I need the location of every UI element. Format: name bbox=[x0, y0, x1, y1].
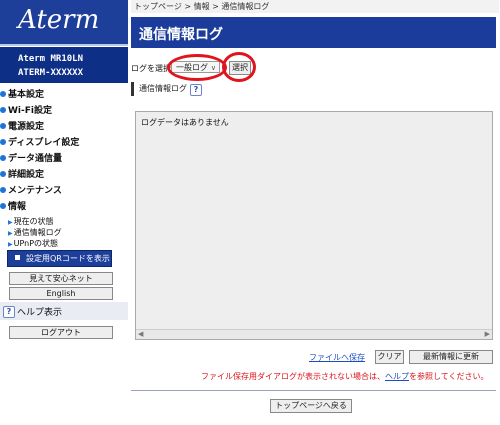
bullet-dot-icon bbox=[0, 187, 6, 193]
sidebar: Aterm Aterm MR10LN ATERM-XXXXXX 基本設定 Wi-… bbox=[0, 0, 128, 425]
subitem-label: 通信情報ログ bbox=[13, 228, 62, 237]
sidebar-item-power-settings[interactable]: 電源設定 bbox=[0, 120, 128, 136]
triangle-bullet-icon: ▶ bbox=[8, 241, 13, 248]
aterm-logo: Aterm bbox=[18, 5, 100, 35]
scroll-right-icon[interactable]: ▶ bbox=[485, 330, 490, 339]
page-title: 通信情報ログ bbox=[139, 27, 223, 43]
english-button[interactable]: English bbox=[9, 287, 113, 300]
bullet-dot-icon bbox=[0, 123, 6, 129]
log-content: ログデータはありません bbox=[141, 118, 229, 127]
notice-text: ファイル保存用ダイアログが表示されない場合は、 bbox=[201, 372, 385, 381]
title-bar: 通信情報ログ bbox=[131, 17, 496, 48]
help-question-icon: ? bbox=[3, 306, 15, 318]
sidebar-item-label: 情報 bbox=[8, 202, 27, 212]
scroll-left-icon[interactable]: ◀ bbox=[138, 330, 143, 339]
divider bbox=[131, 390, 496, 391]
sidebar-item-label: ディスプレイ設定 bbox=[8, 138, 80, 148]
show-qr-code-button[interactable]: 設定用QRコードを表示 bbox=[7, 250, 112, 267]
sidebar-item-wifi-settings[interactable]: Wi-Fi設定 bbox=[0, 104, 128, 120]
sidebar-item-label: 基本設定 bbox=[8, 90, 45, 100]
refresh-button[interactable]: 最新情報に更新 bbox=[409, 350, 493, 364]
device-id: ATERM-XXXXXX bbox=[18, 68, 84, 78]
section-header: 通信情報ログ? bbox=[131, 82, 202, 96]
help-link[interactable]: ヘルプ bbox=[385, 372, 409, 381]
help-toggle[interactable]: ? ヘルプ表示 bbox=[0, 302, 128, 320]
bullet-dot-icon bbox=[0, 91, 6, 97]
bullet-dot-icon bbox=[0, 171, 6, 177]
model-info: Aterm MR10LN ATERM-XXXXXX bbox=[0, 46, 128, 83]
section-title: 通信情報ログ bbox=[139, 84, 187, 93]
sidebar-item-label: Wi-Fi設定 bbox=[8, 106, 52, 116]
sidebar-subitem-comm-log[interactable]: ▶通信情報ログ bbox=[0, 227, 128, 238]
qr-button-label: 設定用QRコードを表示 bbox=[26, 254, 110, 263]
sidebar-item-label: データ通信量 bbox=[8, 154, 63, 164]
logout-button[interactable]: ログアウト bbox=[9, 326, 113, 339]
highlight-circle-dropdown bbox=[167, 54, 227, 81]
model-name: Aterm MR10LN bbox=[18, 54, 84, 64]
mieru-anshin-net-button[interactable]: 見えて安心ネット bbox=[9, 272, 113, 285]
sidebar-subitem-upnp-status[interactable]: ▶UPnPの状態 bbox=[0, 238, 128, 249]
bullet-dot-icon bbox=[0, 139, 6, 145]
qr-code-icon bbox=[13, 253, 22, 262]
log-select-label: ログを選択 bbox=[131, 64, 171, 73]
sidebar-item-maintenance[interactable]: メンテナンス bbox=[0, 184, 128, 200]
sidebar-subitem-current-status[interactable]: ▶現在の状態 bbox=[0, 216, 128, 227]
subitem-label: 現在の状態 bbox=[13, 217, 54, 226]
sidebar-item-data-usage[interactable]: データ通信量 bbox=[0, 152, 128, 168]
help-question-icon[interactable]: ? bbox=[190, 84, 202, 96]
save-to-file-link[interactable]: ファイルへ保存 bbox=[309, 352, 365, 363]
action-row: ファイルへ保存 クリア 最新情報に更新 bbox=[131, 350, 496, 364]
highlight-circle-select bbox=[222, 52, 256, 82]
logo-area: Aterm bbox=[0, 0, 128, 46]
help-label: ヘルプ表示 bbox=[17, 308, 63, 318]
main-content: トップページ > 情報 > 通信情報ログ 通信情報ログ ログを選択 一般ログ ∨… bbox=[131, 0, 499, 425]
breadcrumb: トップページ > 情報 > 通信情報ログ bbox=[131, 0, 499, 13]
sidebar-item-basic-settings[interactable]: 基本設定 bbox=[0, 88, 128, 104]
triangle-bullet-icon: ▶ bbox=[8, 219, 13, 226]
log-textarea[interactable]: ログデータはありません ◀ ▶ bbox=[135, 111, 493, 340]
sidebar-nav: 基本設定 Wi-Fi設定 電源設定 ディスプレイ設定 データ通信量 詳細設定 メ… bbox=[0, 88, 128, 249]
horizontal-scrollbar[interactable]: ◀ ▶ bbox=[136, 329, 492, 339]
sidebar-item-info[interactable]: 情報 bbox=[0, 200, 128, 216]
sidebar-item-label: 詳細設定 bbox=[8, 170, 45, 180]
bullet-dot-icon bbox=[0, 203, 6, 209]
triangle-bullet-icon: ▶ bbox=[8, 230, 13, 237]
sidebar-item-display-settings[interactable]: ディスプレイ設定 bbox=[0, 136, 128, 152]
subitem-label: UPnPの状態 bbox=[13, 239, 59, 248]
back-to-top-button[interactable]: トップページへ戻る bbox=[270, 399, 352, 413]
bullet-dot-icon bbox=[0, 107, 6, 113]
sidebar-item-label: メンテナンス bbox=[8, 186, 62, 196]
clear-button[interactable]: クリア bbox=[375, 350, 404, 364]
save-dialog-notice: ファイル保存用ダイアログが表示されない場合は、ヘルプを参照してください。 bbox=[201, 371, 489, 382]
sidebar-item-advanced-settings[interactable]: 詳細設定 bbox=[0, 168, 128, 184]
notice-text-end: を参照してください。 bbox=[409, 372, 489, 381]
sidebar-item-label: 電源設定 bbox=[8, 122, 45, 132]
bullet-dot-icon bbox=[0, 155, 6, 161]
